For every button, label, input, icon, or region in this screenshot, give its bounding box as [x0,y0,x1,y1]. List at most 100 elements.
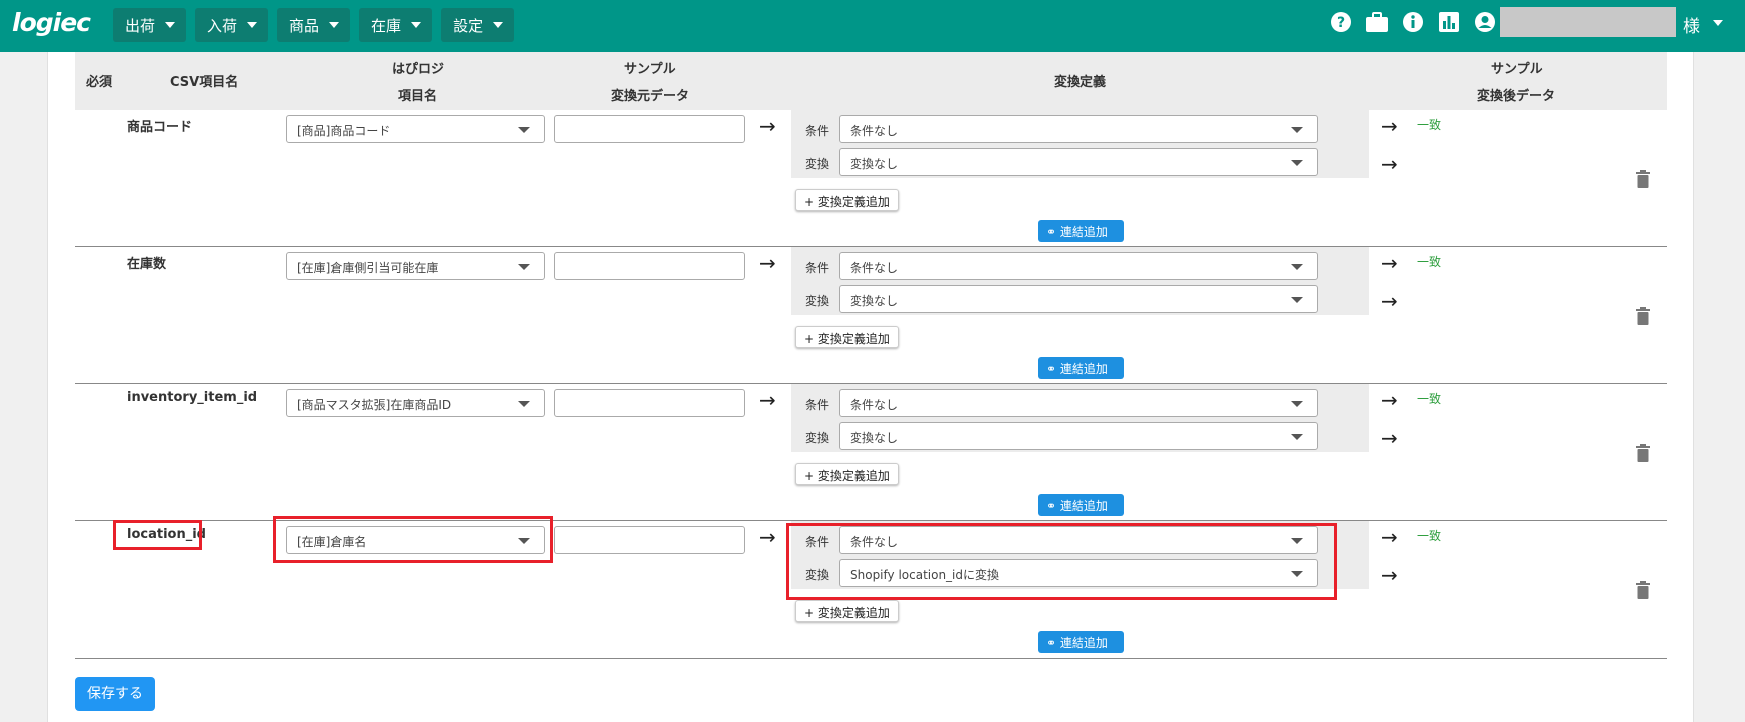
nav-icon-group: ? [1329,10,1497,34]
chevron-down-icon [493,22,504,28]
menu-inventory[interactable]: 在庫 [359,8,433,42]
arrow-right-icon: → [1381,114,1398,138]
condition-label: 条件 [805,124,830,138]
transform-label: 変換 [805,431,830,445]
chevron-down-icon [1291,264,1303,270]
link-icon: ⚭ [1046,225,1060,239]
trash-icon[interactable] [1635,443,1651,463]
table-header [75,52,1667,110]
trash-icon[interactable] [1635,580,1651,600]
header-sample-out-line1: サンプル [1491,62,1543,77]
arrow-right-icon: → [759,114,776,138]
chevron-down-icon [329,22,340,28]
arrow-right-icon: → [1381,251,1398,275]
chevron-down-icon [411,22,422,28]
header-csv-item: CSV項目名 [170,75,239,90]
chevron-down-icon [1291,160,1303,166]
match-result: 一致 [1417,529,1442,543]
info-icon[interactable] [1401,10,1425,34]
highlight-box [273,516,553,563]
menu-settings[interactable]: 設定 [441,8,515,42]
chevron-down-icon [1291,297,1303,303]
add-link-button[interactable]: ⚭ 連結追加 [1038,220,1124,242]
match-result: 一致 [1417,118,1442,132]
csv-item-label: inventory_item_id [127,390,258,405]
condition-label: 条件 [805,398,830,412]
add-definition-button[interactable]: + 変換定義追加 [795,189,899,211]
chevron-down-icon [1291,127,1303,133]
arrow-right-icon: → [1381,525,1398,549]
chevron-down-icon [1291,401,1303,407]
condition-select[interactable]: 条件なし [839,115,1318,143]
trash-icon[interactable] [1635,306,1651,326]
arrow-right-icon: → [1381,563,1398,587]
chevron-down-icon [518,401,530,407]
chevron-down-icon[interactable] [1713,20,1723,26]
user-icon[interactable] [1473,10,1497,34]
condition-label: 条件 [805,261,830,275]
condition-select[interactable]: 条件なし [839,389,1318,417]
chevron-down-icon [247,22,258,28]
arrow-right-icon: → [1381,289,1398,313]
highlight-box [113,520,202,550]
help-icon[interactable]: ? [1329,10,1353,34]
link-icon: ⚭ [1046,499,1060,513]
csv-item-label: 商品コード [127,120,193,135]
menu-receiving[interactable]: 入荷 [195,8,269,42]
logo[interactable]: logiec [12,8,91,37]
transform-select[interactable]: 変換なし [839,422,1318,450]
arrow-right-icon: → [1381,152,1398,176]
save-button[interactable]: 保存する [75,677,155,711]
mapping-select[interactable]: [商品]商品コード [286,115,545,143]
chart-icon[interactable] [1437,10,1461,34]
link-icon: ⚭ [1046,362,1060,376]
chevron-down-icon [518,127,530,133]
add-link-button[interactable]: ⚭ 連結追加 [1038,357,1124,379]
chevron-down-icon [1291,434,1303,440]
svg-text:?: ? [1337,15,1345,31]
header-sample-src-line1: サンプル [624,62,676,77]
main-menu: 出荷 入荷 商品 在庫 設定 [113,8,515,42]
sample-source-input[interactable] [554,389,745,417]
add-definition-button[interactable]: + 変換定義追加 [795,463,899,485]
link-icon: ⚭ [1046,636,1060,650]
arrow-right-icon: → [759,525,776,549]
arrow-right-icon: → [1381,426,1398,450]
user-name-redacted[interactable] [1500,7,1676,37]
add-link-button[interactable]: ⚭ 連結追加 [1038,494,1124,516]
header-sample-out-line2: 変換後データ [1477,89,1556,104]
header-sample-src-line2: 変換元データ [611,89,690,104]
highlight-box [786,523,1337,600]
header-hab-line2: 項目名 [398,89,438,104]
condition-select[interactable]: 条件なし [839,252,1318,280]
arrow-right-icon: → [1381,388,1398,412]
menu-products[interactable]: 商品 [277,8,351,42]
add-link-button[interactable]: ⚭ 連結追加 [1038,631,1124,653]
header-conversion: 変換定義 [1054,75,1107,90]
user-honorific: 様 [1683,17,1700,37]
arrow-right-icon: → [759,251,776,275]
sample-source-input[interactable] [554,526,745,554]
add-definition-button[interactable]: + 変換定義追加 [795,600,899,622]
row-divider [75,658,1667,659]
briefcase-icon[interactable] [1365,10,1389,34]
csv-item-label: 在庫数 [127,257,167,272]
trash-icon[interactable] [1635,169,1651,189]
mapping-select[interactable]: [商品マスタ拡張]在庫商品ID [286,389,545,417]
match-result: 一致 [1417,255,1442,269]
arrow-right-icon: → [759,388,776,412]
header-required: 必須 [86,75,113,90]
transform-label: 変換 [805,294,830,308]
chevron-down-icon [518,264,530,270]
match-result: 一致 [1417,392,1442,406]
transform-select[interactable]: 変換なし [839,148,1318,176]
sample-source-input[interactable] [554,115,745,143]
transform-select[interactable]: 変換なし [839,285,1318,313]
menu-shipping[interactable]: 出荷 [113,8,187,42]
chevron-down-icon [165,22,176,28]
header-hab-line1: はぴロジ [392,62,445,77]
mapping-select[interactable]: [在庫]倉庫側引当可能在庫 [286,252,545,280]
sample-source-input[interactable] [554,252,745,280]
add-definition-button[interactable]: + 変換定義追加 [795,326,899,348]
transform-label: 変換 [805,157,830,171]
